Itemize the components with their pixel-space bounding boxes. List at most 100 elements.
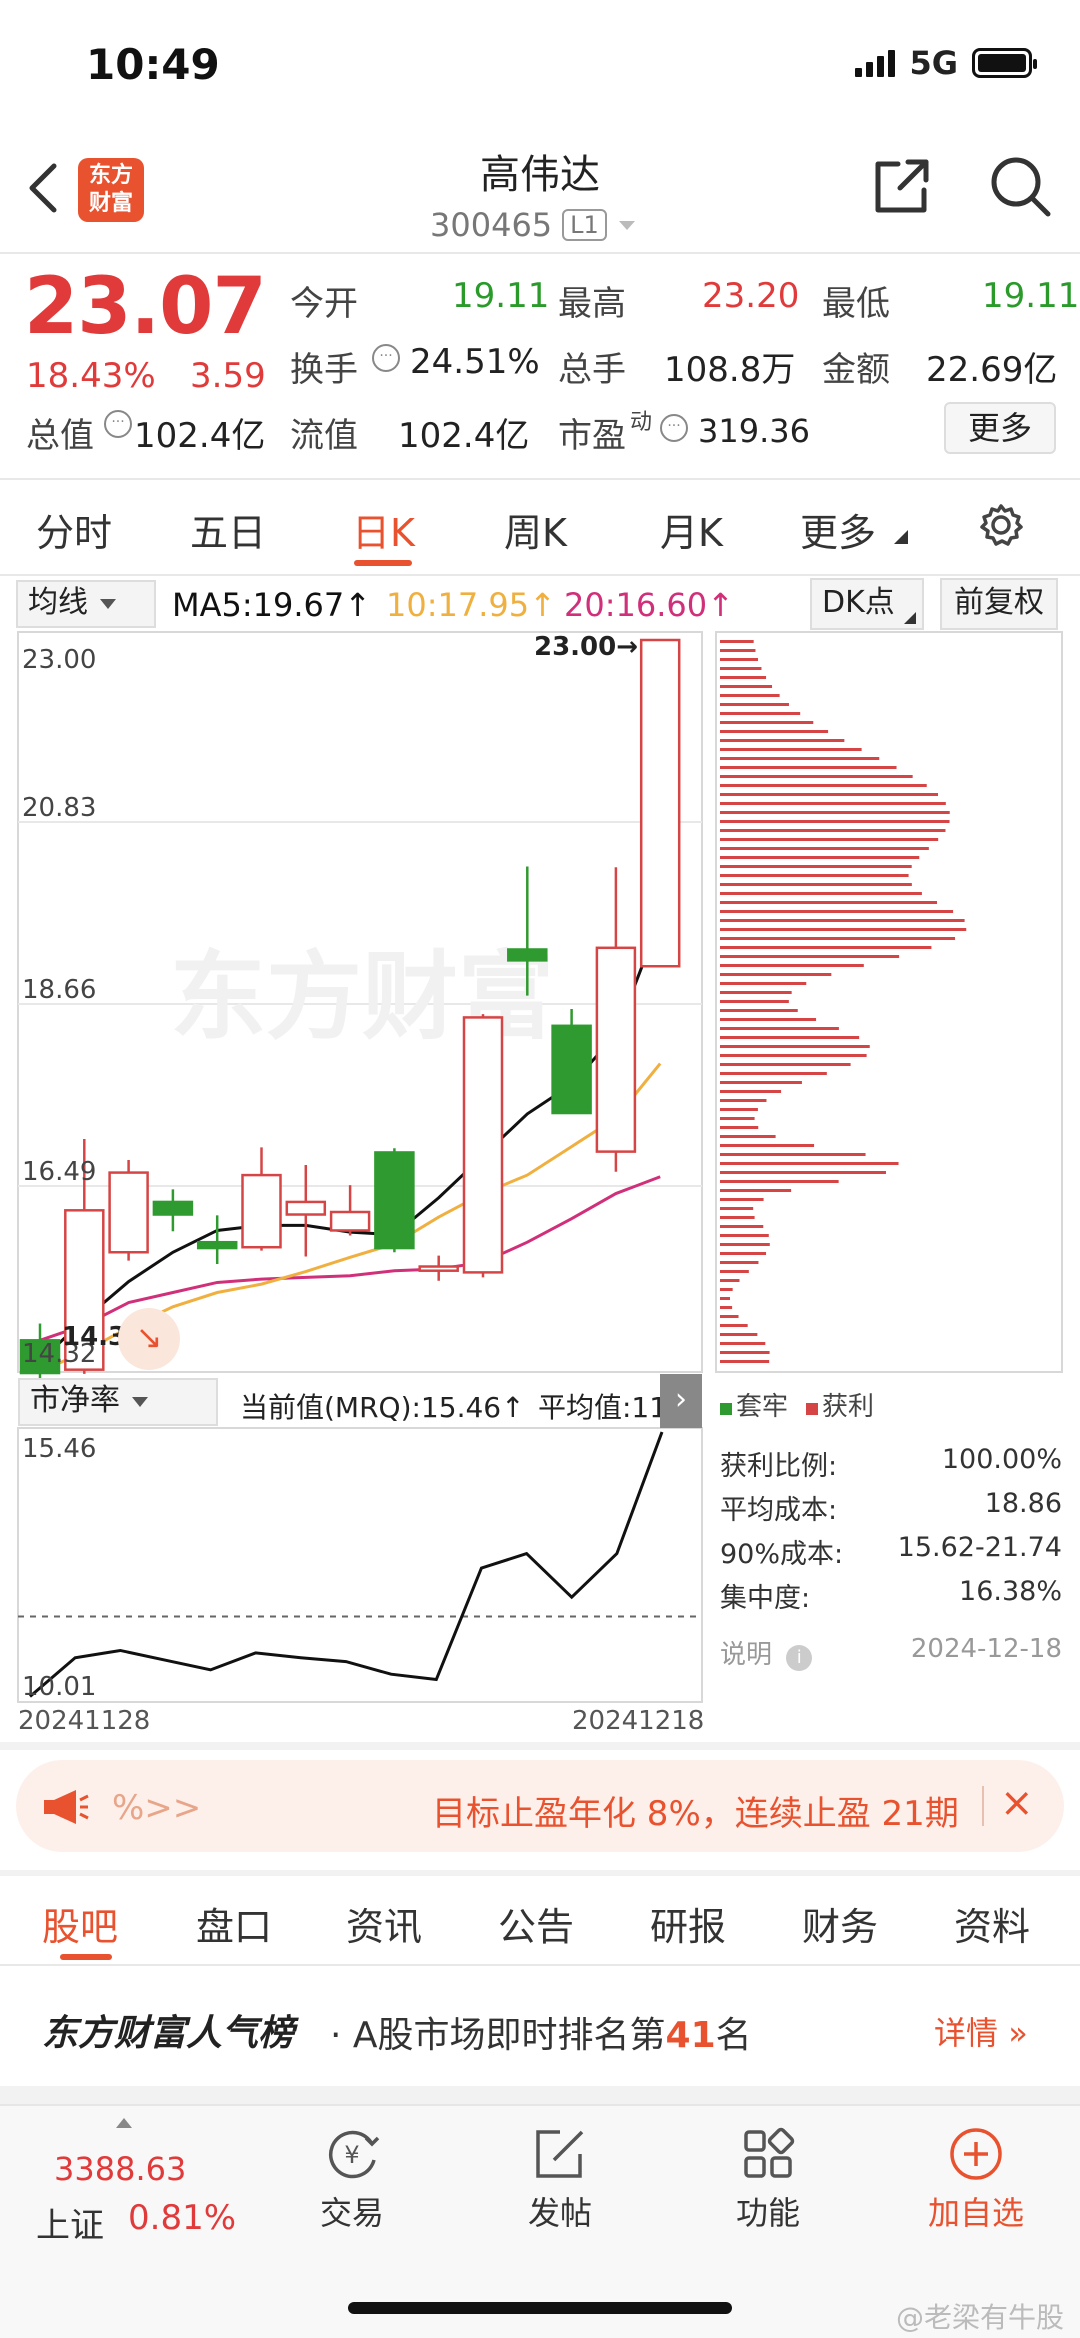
- tab-daily-k[interactable]: 日K: [352, 502, 415, 557]
- dk-marker-icon[interactable]: ↘: [118, 1308, 180, 1370]
- chip-bar: [720, 1108, 758, 1111]
- profit-swatch: [806, 1403, 819, 1415]
- price-tick-label: 23.00: [22, 645, 96, 675]
- quote-label-pe: 市盈: [558, 416, 626, 456]
- pb-select[interactable]: 市净率: [18, 1378, 218, 1426]
- index-value[interactable]: 3388.63: [54, 2150, 186, 2188]
- chip-bar: [720, 874, 909, 877]
- weibo-watermark: @老梁有牛股: [895, 2301, 1064, 2334]
- quote-label-high: 最高: [558, 284, 626, 324]
- pb-chart: [18, 1431, 702, 1698]
- banner-text[interactable]: 目标止盈年化 8%，连续止盈 21期: [432, 1786, 959, 1835]
- tab-timeshare[interactable]: 分时: [36, 502, 112, 557]
- tab-five-day[interactable]: 五日: [190, 502, 266, 557]
- chip-value-concentration: 16.38%: [959, 1576, 1062, 1607]
- candle-body: [196, 1240, 238, 1250]
- chip-bar: [720, 1036, 860, 1039]
- tab-profile[interactable]: 资料: [954, 1896, 1030, 1951]
- pb-line: [29, 1431, 664, 1698]
- tab-weekly-k[interactable]: 周K: [504, 502, 567, 557]
- price-tick-label: 16.49: [22, 1157, 96, 1187]
- chip-bar: [720, 829, 946, 832]
- chevron-down-icon: [618, 221, 635, 230]
- chip-bar: [720, 865, 912, 868]
- nav-functions[interactable]: 功能: [698, 2126, 838, 2234]
- chip-bar: [720, 991, 792, 994]
- rank-brand: 东方财富人气榜: [42, 2013, 295, 2054]
- tab-finance[interactable]: 财务: [802, 1896, 878, 1951]
- trapped-swatch: [720, 1403, 732, 1415]
- more-dots-icon[interactable]: ···: [372, 344, 400, 372]
- chip-value-profit-ratio: 100.00%: [941, 1444, 1062, 1475]
- chip-bar: [720, 919, 965, 922]
- rank-detail-link[interactable]: 详情 »: [934, 2008, 1028, 2054]
- bottom-tab-indicator: [60, 1954, 112, 1960]
- candle-body: [152, 1200, 194, 1216]
- quote-value-total-value: 102.4亿: [134, 416, 266, 456]
- chip-bar: [720, 1198, 764, 1201]
- chip-bar: [720, 775, 913, 778]
- collapse-arrow-icon[interactable]: ›: [660, 1374, 702, 1428]
- chip-bar: [720, 1135, 776, 1138]
- quote-value-turnover: 24.51%: [410, 342, 540, 382]
- tab-guba[interactable]: 股吧: [42, 1896, 118, 1951]
- candle-body: [595, 946, 637, 1153]
- chip-bar: [720, 892, 922, 895]
- tab-news[interactable]: 资讯: [346, 1896, 422, 1951]
- chip-bar: [720, 1171, 886, 1174]
- pb-ytick-top: 15.46: [22, 1434, 97, 1464]
- chip-label-avg-cost: 平均成本:: [720, 1495, 838, 1526]
- tab-research[interactable]: 研报: [650, 1896, 726, 1951]
- edit-icon: [536, 2130, 584, 2178]
- tab-monthly-k[interactable]: 月K: [660, 502, 723, 557]
- nav-add-watchlist[interactable]: 加自选: [906, 2126, 1046, 2234]
- chip-bar: [720, 1324, 748, 1327]
- quote-value-float-value: 102.4亿: [398, 416, 530, 456]
- chip-bar: [720, 1315, 739, 1318]
- trade-icon: ¥: [328, 2130, 380, 2179]
- nav-post[interactable]: 发帖: [490, 2126, 630, 2234]
- chip-bar: [720, 1234, 769, 1237]
- share-icon[interactable]: [870, 154, 934, 218]
- chip-bar: [720, 667, 762, 670]
- chip-bar: [720, 820, 950, 823]
- stock-code-row[interactable]: 300465 L1: [430, 206, 637, 244]
- ma20-label: 20:16.60↑: [564, 586, 734, 624]
- chip-bar: [720, 703, 789, 706]
- chip-bar: [720, 1162, 899, 1165]
- chip-bar: [720, 838, 939, 841]
- tab-announcements[interactable]: 公告: [498, 1896, 574, 1951]
- banner-close-icon[interactable]: ×: [1000, 1780, 1034, 1826]
- add-circle-icon: [950, 2128, 1002, 2180]
- chip-bar: [720, 910, 954, 913]
- tab-pankou[interactable]: 盘口: [196, 1896, 272, 1951]
- chip-note[interactable]: 说明 i: [720, 1634, 813, 1671]
- chart-area[interactable]: 东方财富 23.0020.8318.6616.4914.32: [0, 620, 1080, 1750]
- pb-xtick-end: 20241218: [572, 1706, 705, 1736]
- pe-type: 动: [630, 410, 653, 435]
- chip-bar: [720, 1216, 755, 1219]
- chip-label-concentration: 集中度:: [720, 1583, 811, 1614]
- index-up-triangle-icon: [116, 2118, 132, 2128]
- search-icon[interactable]: [988, 154, 1052, 218]
- chip-bar: [720, 1153, 866, 1156]
- more-dots-icon[interactable]: ···: [660, 414, 688, 442]
- grid-icon: [744, 2127, 795, 2178]
- chip-legend: 套牢 获利: [720, 1386, 874, 1423]
- popularity-rank-bar[interactable]: 东方财富人气榜 · A股市场即时排名第41名 详情 »: [0, 1980, 1080, 2086]
- change-amount: 3.59: [190, 356, 266, 396]
- banner-divider: [982, 1786, 984, 1826]
- nav-trade[interactable]: ¥ 交易: [282, 2126, 422, 2234]
- pb-frame: [17, 1427, 703, 1703]
- candle-body: [374, 1151, 415, 1250]
- more-button[interactable]: 更多: [944, 402, 1056, 454]
- chip-bar: [720, 748, 862, 751]
- index-name: 上证: [36, 2206, 104, 2246]
- chip-bar: [720, 1126, 759, 1129]
- tab-more[interactable]: 更多: [800, 502, 876, 557]
- dropdown-triangle-icon: [100, 599, 116, 609]
- settings-gear-icon[interactable]: [978, 502, 1024, 548]
- stock-code: 300465: [430, 206, 553, 244]
- chip-bar: [720, 694, 780, 697]
- more-dots-icon[interactable]: ···: [104, 410, 132, 438]
